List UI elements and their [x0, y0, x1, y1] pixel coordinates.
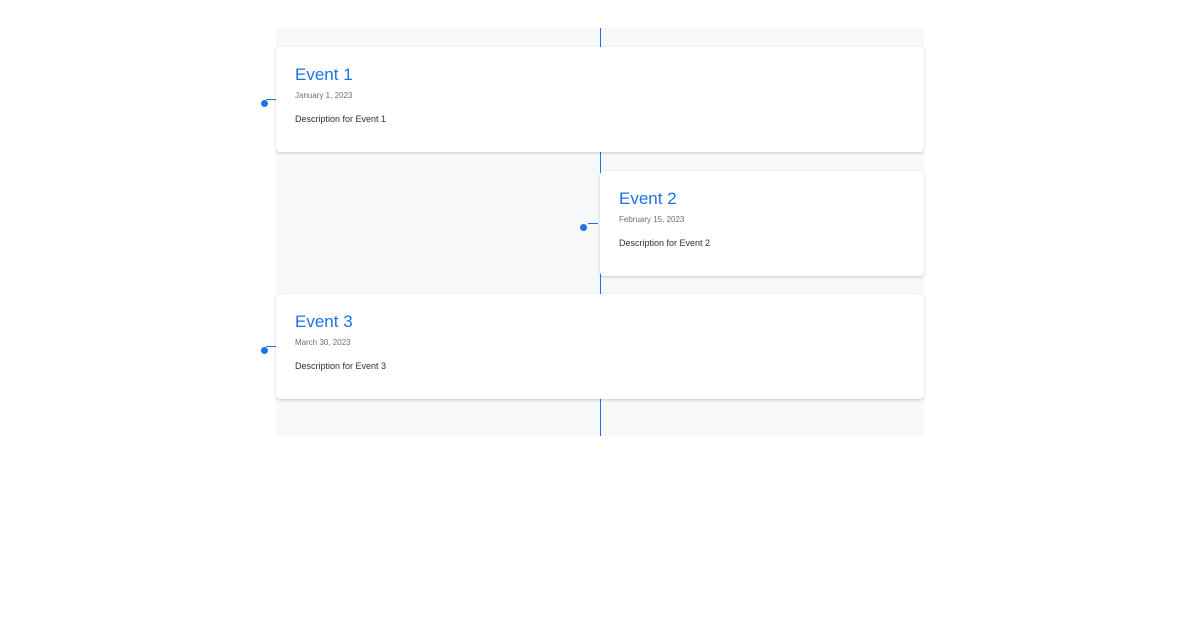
timeline-event-card: Event 1 January 1, 2023 Description for … [276, 47, 924, 152]
event-title: Event 2 [619, 189, 677, 208]
event-marker-dot [261, 100, 268, 107]
timeline-event-card: Event 3 March 30, 2023 Description for E… [276, 294, 924, 399]
event-description: Description for Event 3 [295, 361, 387, 371]
event-connector [588, 223, 598, 224]
event-date: January 1, 2023 [295, 91, 353, 100]
event-title: Event 1 [295, 65, 353, 84]
event-connector [266, 346, 276, 347]
event-marker-dot [261, 347, 268, 354]
event-marker-dot [580, 224, 587, 231]
event-description: Description for Event 1 [295, 114, 387, 124]
event-date: March 30, 2023 [295, 338, 351, 347]
timeline: Event 1 January 1, 2023 Description for … [261, 28, 924, 436]
event-title: Event 3 [295, 312, 353, 331]
event-date: February 15, 2023 [619, 215, 685, 224]
event-connector [266, 99, 276, 100]
event-description: Description for Event 2 [619, 238, 711, 248]
timeline-event-card: Event 2 February 15, 2023 Description fo… [600, 171, 924, 276]
